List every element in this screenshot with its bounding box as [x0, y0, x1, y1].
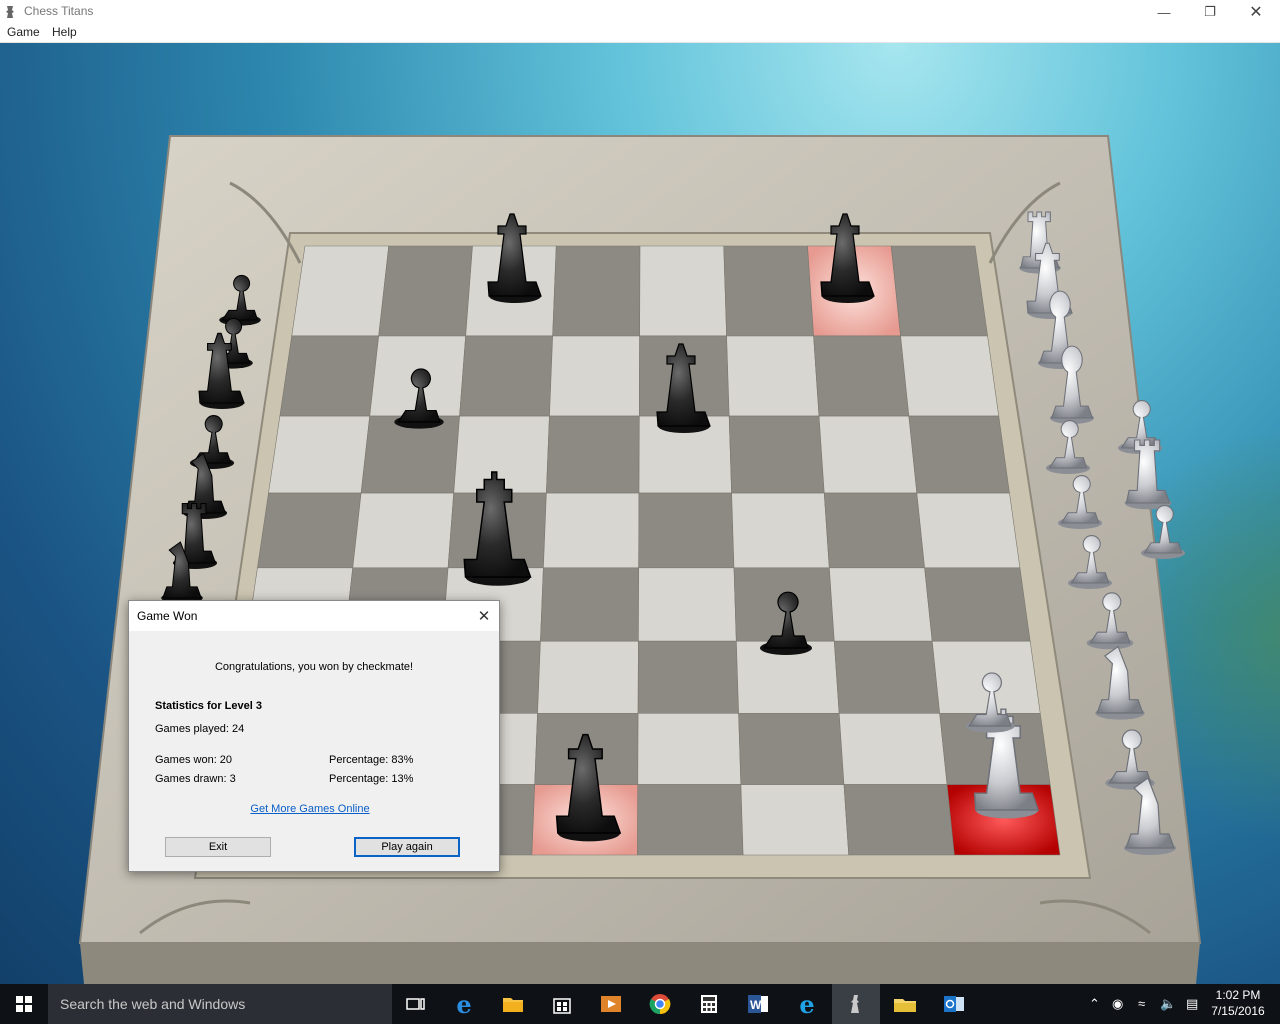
security-icon[interactable]: ◉: [1112, 996, 1123, 1012]
menu-help[interactable]: Help: [52, 25, 77, 39]
chess-titans-icon[interactable]: [832, 984, 880, 1024]
board-square[interactable]: [378, 245, 473, 337]
chrome-icon[interactable]: [636, 984, 684, 1024]
restore-button[interactable]: ❐: [1187, 0, 1233, 24]
calculator-icon[interactable]: [685, 984, 733, 1024]
board-square[interactable]: [828, 567, 933, 642]
close-button[interactable]: ✕: [1233, 0, 1279, 24]
network-icon[interactable]: ≈: [1138, 996, 1145, 1011]
taskbar-search[interactable]: Search the web and Windows: [48, 984, 392, 1024]
game-won-dialog: Game Won ✕ Congratulations, you won by c…: [128, 600, 500, 872]
board-square[interactable]: [738, 713, 845, 785]
board-square[interactable]: [540, 567, 639, 642]
chevron-up-icon[interactable]: ⌃: [1089, 996, 1100, 1012]
board-square[interactable]: [637, 784, 744, 856]
store-icon[interactable]: [538, 984, 586, 1024]
chess-titans-app-icon: [6, 6, 14, 18]
action-center-icon[interactable]: ▤: [1186, 996, 1198, 1012]
window-title: Chess Titans: [24, 4, 94, 18]
restore-icon: ❐: [1204, 4, 1216, 19]
word-icon[interactable]: W: [734, 984, 782, 1024]
clock-date: 7/15/2016: [1211, 1004, 1265, 1018]
board-square[interactable]: [823, 492, 925, 569]
play-again-button[interactable]: Play again: [354, 837, 460, 857]
board-square[interactable]: [916, 492, 1021, 569]
volume-mute-icon[interactable]: 🔈: [1160, 996, 1176, 1012]
board-square[interactable]: [740, 784, 850, 856]
games-drawn: Games drawn: 3: [155, 773, 236, 785]
won-percentage: Percentage: 83%: [329, 754, 414, 766]
board-square[interactable]: [639, 245, 727, 337]
board-square[interactable]: [637, 640, 739, 714]
dialog-message: Congratulations, you won by checkmate!: [214, 661, 414, 673]
dialog-title: Game Won: [137, 609, 198, 623]
menu-game[interactable]: Game: [7, 25, 40, 39]
statistics-heading: Statistics for Level 3: [155, 700, 262, 712]
board-square[interactable]: [728, 415, 825, 494]
title-bar: Chess Titans — ❐ ✕: [0, 0, 1280, 24]
menu-bar: Game Help: [0, 24, 1280, 43]
folder-icon[interactable]: [881, 984, 929, 1024]
board-square[interactable]: [549, 335, 640, 417]
task-view-icon[interactable]: [392, 984, 440, 1024]
board-square[interactable]: [723, 245, 814, 337]
board-square[interactable]: [843, 784, 955, 856]
taskbar: Search the web and Windows e W e ⌃ ◉ ≈ 🔈…: [0, 984, 1280, 1024]
minimize-button[interactable]: —: [1141, 0, 1187, 24]
board-square[interactable]: [279, 335, 380, 417]
dialog-title-bar: Game Won ✕: [129, 601, 499, 631]
board-square[interactable]: [291, 245, 390, 337]
board-square[interactable]: [638, 492, 735, 569]
board-square[interactable]: [352, 492, 455, 569]
board-square[interactable]: [638, 567, 737, 642]
board-square[interactable]: [552, 245, 641, 337]
board-square[interactable]: [833, 640, 941, 714]
board-square[interactable]: [900, 335, 1000, 417]
taskbar-clock[interactable]: 1:02 PM 7/15/2016: [1200, 987, 1276, 1019]
games-won: Games won: 20: [155, 754, 233, 766]
edge-icon[interactable]: e: [440, 984, 488, 1024]
board-square[interactable]: [726, 335, 820, 417]
board-square[interactable]: [890, 245, 988, 337]
windows-icon: [16, 996, 32, 1012]
board-square[interactable]: [731, 492, 830, 569]
media-player-icon[interactable]: [587, 984, 635, 1024]
board-square[interactable]: [543, 492, 640, 569]
board-square[interactable]: [268, 415, 371, 494]
search-placeholder: Search the web and Windows: [60, 996, 246, 1012]
board-square[interactable]: [838, 713, 948, 785]
board-square[interactable]: [257, 492, 362, 569]
get-more-games-link[interactable]: Get More Games Online: [129, 803, 491, 815]
board-square[interactable]: [924, 567, 1031, 642]
start-button[interactable]: [0, 984, 48, 1024]
board-square[interactable]: [637, 713, 742, 785]
svg-text:W: W: [750, 998, 762, 1012]
file-explorer-icon[interactable]: [489, 984, 537, 1024]
board-square[interactable]: [818, 415, 918, 494]
close-icon: ✕: [1249, 4, 1263, 21]
exit-button[interactable]: Exit: [165, 837, 271, 857]
games-played: Games played: 24: [155, 723, 245, 735]
minimize-icon: —: [1157, 4, 1171, 20]
board-square[interactable]: [908, 415, 1010, 494]
internet-explorer-icon[interactable]: e: [783, 984, 831, 1024]
board-square[interactable]: [459, 335, 553, 417]
outlook-icon[interactable]: [930, 984, 978, 1024]
close-icon: ✕: [477, 608, 491, 625]
clock-time: 1:02 PM: [1215, 988, 1261, 1002]
drawn-percentage: Percentage: 13%: [329, 773, 414, 785]
board-square[interactable]: [813, 335, 910, 417]
board-square[interactable]: [546, 415, 640, 494]
dialog-close-button[interactable]: ✕: [469, 601, 499, 631]
board-square[interactable]: [537, 640, 639, 714]
